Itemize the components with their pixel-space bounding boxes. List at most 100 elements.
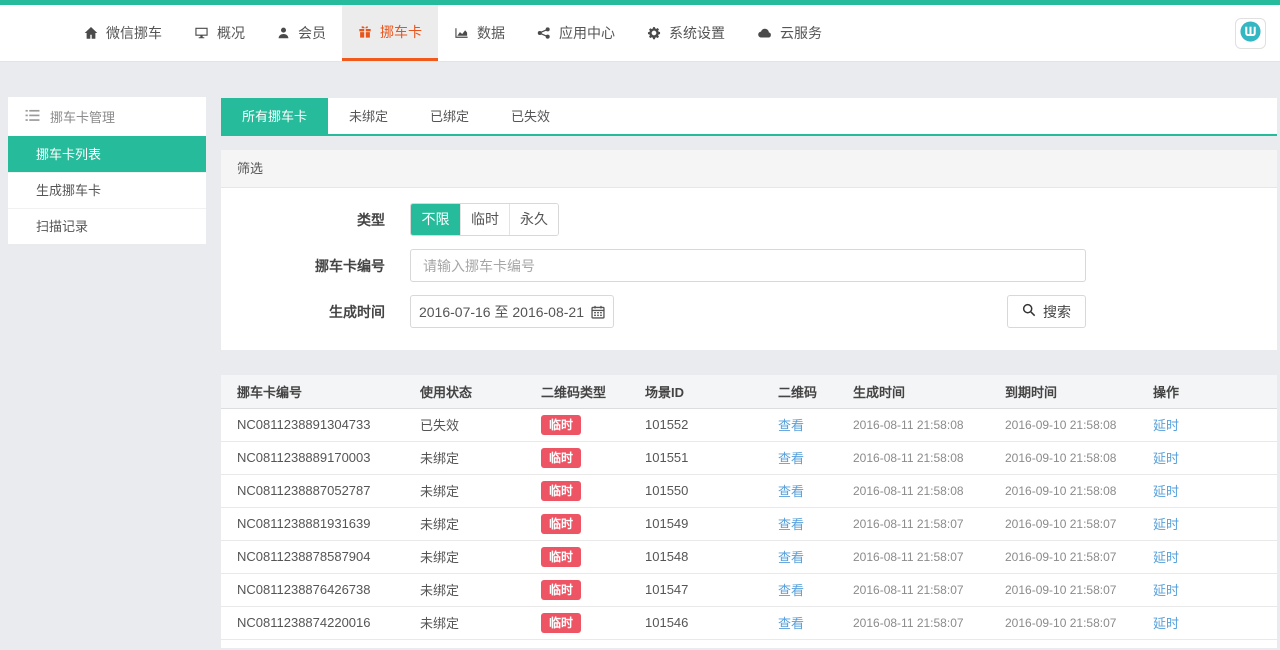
- col-header-status: 使用状态: [420, 375, 541, 408]
- type-button-group: 不限 临时 永久: [410, 203, 559, 236]
- type-option-temporary[interactable]: 临时: [460, 204, 509, 235]
- view-qr-link[interactable]: 查看: [778, 517, 804, 532]
- extend-link[interactable]: 延时: [1153, 451, 1179, 466]
- filter-form: 类型 不限 临时 永久 挪车卡编号 生成时间: [221, 188, 1277, 350]
- nav-item-move-card[interactable]: 挪车卡: [342, 5, 438, 61]
- qr-type-badge: 临时: [541, 415, 581, 435]
- card-table-container: 挪车卡编号 使用状态 二维码类型 场景ID 二维码 生成时间 到期时间 操作 N…: [221, 375, 1277, 648]
- nav-item-label: 微信挪车: [106, 23, 162, 43]
- extend-link[interactable]: 延时: [1153, 418, 1179, 433]
- brand-logo-icon: [1239, 20, 1262, 48]
- card-no-cell: NC0811238881931639: [221, 507, 420, 540]
- top-navbar: 微信挪车 概况 会员 挪车卡 数据 应用中心 系统设置 云服务: [0, 5, 1280, 62]
- created-cell: 2016-08-11 21:58:08: [853, 474, 1005, 507]
- nav-item-members[interactable]: 会员: [261, 5, 342, 61]
- status-cell: 未绑定: [420, 507, 541, 540]
- table-header-row: 挪车卡编号 使用状态 二维码类型 场景ID 二维码 生成时间 到期时间 操作: [221, 375, 1277, 408]
- sidebar-item-scan-records[interactable]: 扫描记录: [8, 208, 206, 244]
- time-filter-row: 生成时间 2016-07-16 至 2016-08-21 搜索: [221, 295, 1277, 328]
- table-row: NC0811238876426738 未绑定 临时 101547 查看 2016…: [221, 573, 1277, 606]
- card-no-label: 挪车卡编号: [221, 256, 385, 276]
- search-button[interactable]: 搜索: [1007, 295, 1086, 328]
- col-header-created: 生成时间: [853, 375, 1005, 408]
- table-row: NC0811238874220016 未绑定 临时 101546 查看 2016…: [221, 606, 1277, 639]
- nav-item-settings[interactable]: 系统设置: [631, 5, 741, 61]
- col-header-card-no: 挪车卡编号: [221, 375, 420, 408]
- search-button-label: 搜索: [1043, 302, 1071, 322]
- card-no-cell: NC0811238889170003: [221, 441, 420, 474]
- date-range-value: 2016-07-16 至 2016-08-21: [419, 302, 584, 322]
- tab-expired[interactable]: 已失效: [490, 98, 571, 134]
- nav-item-label: 系统设置: [669, 23, 725, 43]
- gift-icon: [358, 25, 372, 39]
- filter-panel: 筛选 类型 不限 临时 永久 挪车卡编号 生成时间: [221, 150, 1277, 350]
- expires-cell: 2016-09-10 21:58:08: [1005, 408, 1153, 441]
- gear-icon: [647, 26, 661, 40]
- desktop-icon: [194, 26, 209, 40]
- view-qr-link[interactable]: 查看: [778, 451, 804, 466]
- extend-link[interactable]: 延时: [1153, 517, 1179, 532]
- card-no-cell: NC0811238891304733: [221, 408, 420, 441]
- expires-cell: 2016-09-10 21:58:07: [1005, 507, 1153, 540]
- expires-cell: 2016-09-10 21:58:07: [1005, 573, 1153, 606]
- col-header-qr-type: 二维码类型: [541, 375, 645, 408]
- type-filter-row: 类型 不限 临时 永久: [221, 203, 1277, 236]
- type-option-permanent[interactable]: 永久: [509, 204, 558, 235]
- nav-item-label: 云服务: [780, 23, 822, 43]
- nav-item-cloud[interactable]: 云服务: [741, 5, 838, 61]
- nav-item-label: 应用中心: [559, 23, 615, 43]
- extend-link[interactable]: 延时: [1153, 583, 1179, 598]
- created-cell: 2016-08-11 21:58:07: [853, 606, 1005, 639]
- sidebar-header-card-management[interactable]: 挪车卡管理: [8, 97, 206, 136]
- nav-item-label: 挪车卡: [380, 22, 422, 42]
- list-icon: [25, 109, 40, 125]
- card-no-filter-row: 挪车卡编号: [221, 249, 1277, 282]
- nav-item-data[interactable]: 数据: [438, 5, 521, 61]
- scene-id-cell: 101547: [645, 573, 778, 606]
- table-row: NC0811238889170003 未绑定 临时 101551 查看 2016…: [221, 441, 1277, 474]
- col-header-qr: 二维码: [778, 375, 853, 408]
- scene-id-cell: 101548: [645, 540, 778, 573]
- status-cell: 未绑定: [420, 474, 541, 507]
- apps-icon: [537, 26, 551, 40]
- qr-type-badge: 临时: [541, 613, 581, 633]
- nav-item-overview[interactable]: 概况: [178, 5, 261, 61]
- expires-cell: 2016-09-10 21:58:08: [1005, 441, 1153, 474]
- scene-id-cell: 101552: [645, 408, 778, 441]
- view-qr-link[interactable]: 查看: [778, 484, 804, 499]
- status-cell: 未绑定: [420, 606, 541, 639]
- type-option-unlimited[interactable]: 不限: [411, 204, 460, 235]
- card-no-cell: NC0811238887052787: [221, 474, 420, 507]
- scene-id-cell: 101546: [645, 606, 778, 639]
- card-status-tabs: 所有挪车卡 未绑定 已绑定 已失效: [221, 98, 1277, 136]
- account-logo-button[interactable]: [1235, 18, 1266, 49]
- sidebar-header-label: 挪车卡管理: [50, 107, 115, 126]
- card-no-cell: NC0811238878587904: [221, 540, 420, 573]
- card-no-cell: NC0811238876426738: [221, 573, 420, 606]
- scene-id-cell: 101550: [645, 474, 778, 507]
- view-qr-link[interactable]: 查看: [778, 418, 804, 433]
- tab-unbound[interactable]: 未绑定: [328, 98, 409, 134]
- card-no-input[interactable]: [410, 249, 1086, 282]
- expires-cell: 2016-09-10 21:58:07: [1005, 606, 1153, 639]
- extend-link[interactable]: 延时: [1153, 484, 1179, 499]
- sidebar-item-card-list[interactable]: 挪车卡列表: [8, 136, 206, 172]
- view-qr-link[interactable]: 查看: [778, 583, 804, 598]
- table-row: NC0811238887052787 未绑定 临时 101550 查看 2016…: [221, 474, 1277, 507]
- qr-type-badge: 临时: [541, 580, 581, 600]
- main-content: 所有挪车卡 未绑定 已绑定 已失效 筛选 类型 不限 临时 永久 挪车卡编号: [221, 98, 1277, 648]
- col-header-actions: 操作: [1153, 375, 1277, 408]
- tab-bound[interactable]: 已绑定: [409, 98, 490, 134]
- sidebar: 挪车卡管理 挪车卡列表 生成挪车卡 扫描记录: [8, 97, 206, 244]
- view-qr-link[interactable]: 查看: [778, 550, 804, 565]
- sidebar-item-generate-card[interactable]: 生成挪车卡: [8, 172, 206, 208]
- col-header-scene-id: 场景ID: [645, 375, 778, 408]
- tab-all-cards[interactable]: 所有挪车卡: [221, 98, 328, 134]
- nav-item-app-center[interactable]: 应用中心: [521, 5, 631, 61]
- extend-link[interactable]: 延时: [1153, 616, 1179, 631]
- view-qr-link[interactable]: 查看: [778, 616, 804, 631]
- nav-item-home[interactable]: 微信挪车: [68, 5, 178, 61]
- extend-link[interactable]: 延时: [1153, 550, 1179, 565]
- date-range-picker[interactable]: 2016-07-16 至 2016-08-21: [410, 295, 614, 328]
- nav-item-label: 数据: [477, 23, 505, 43]
